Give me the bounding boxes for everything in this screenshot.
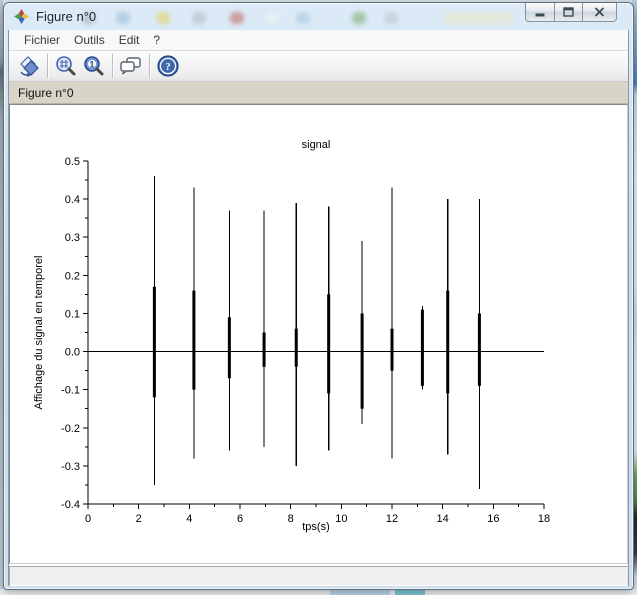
glass-blur-blob	[352, 12, 366, 24]
svg-text:4: 4	[186, 513, 192, 525]
svg-text:0.0: 0.0	[65, 347, 80, 359]
toolbar-separator	[149, 54, 150, 78]
svg-text:14: 14	[437, 513, 449, 525]
svg-text:tps(s): tps(s)	[302, 521, 330, 533]
svg-text:6: 6	[237, 513, 243, 525]
glass-blur-blob	[156, 12, 170, 24]
status-bar	[9, 566, 628, 586]
signal-plot: 0 2 4 6 8 10 12 14 16 18 -0.4 -0.3 -0.2 -0.1 0.0 0.1 0.2…	[33, 139, 550, 533]
scilab-figure-icon	[14, 9, 29, 24]
rotate-3d-button[interactable]	[15, 53, 43, 80]
menu-bar: Fichier Outils Edit ?	[9, 30, 628, 51]
minimize-icon	[535, 13, 545, 17]
toolbar-separator	[112, 54, 113, 78]
maximize-icon	[563, 7, 574, 17]
zoom-reset-icon: 1	[84, 56, 104, 76]
help-icon: ?	[157, 55, 179, 77]
glass-blur-blob	[384, 12, 398, 24]
figure-info-label: Figure n°0	[18, 85, 74, 100]
svg-text:?: ?	[165, 61, 171, 73]
svg-text:0.1: 0.1	[65, 308, 80, 320]
svg-text:Affichage du signal en tempore: Affichage du signal en temporel	[33, 256, 45, 410]
window-title: Figure n°0	[36, 9, 97, 24]
maximize-button[interactable]	[554, 3, 583, 22]
glass-blur-blob	[444, 12, 514, 24]
svg-text:-0.3: -0.3	[61, 461, 80, 473]
svg-text:-0.4: -0.4	[61, 499, 80, 511]
minimize-button[interactable]	[525, 3, 554, 22]
toolbar-separator	[47, 54, 48, 78]
menu-edit[interactable]: Edit	[112, 31, 147, 49]
svg-text:-0.2: -0.2	[61, 423, 80, 435]
svg-text:16: 16	[487, 513, 499, 525]
svg-text:8: 8	[288, 513, 294, 525]
graphics-editor-icon	[120, 57, 141, 75]
svg-text:0.5: 0.5	[65, 156, 80, 168]
window-titlebar[interactable]: Figure n°0	[4, 3, 633, 30]
svg-text:0.3: 0.3	[65, 232, 80, 244]
svg-text:12: 12	[386, 513, 398, 525]
menu-outils[interactable]: Outils	[67, 31, 112, 49]
figure-canvas[interactable]: 0 2 4 6 8 10 12 14 16 18 -0.4 -0.3 -0.2 -0.1 0.0 0.1 0.2…	[9, 104, 628, 564]
figure-info-bar: Figure n°0	[9, 82, 628, 104]
help-button[interactable]: ?	[154, 53, 182, 80]
menu-help[interactable]: ?	[146, 31, 167, 49]
zoom-reset-button[interactable]: 1	[80, 53, 108, 80]
svg-text:-0.1: -0.1	[61, 385, 80, 397]
svg-text:0: 0	[85, 513, 91, 525]
figure-window: Figure n°0 Fichier Outils Edit ? 1 ? Fig…	[3, 2, 634, 590]
svg-text:0.4: 0.4	[65, 194, 80, 206]
glass-blur-blob	[296, 12, 310, 24]
glass-blur-blob	[230, 12, 244, 24]
close-icon	[594, 7, 605, 17]
svg-text:0.2: 0.2	[65, 270, 80, 282]
svg-text:signal: signal	[302, 139, 331, 151]
toolbar: 1 ?	[9, 51, 628, 82]
svg-text:10: 10	[335, 513, 347, 525]
svg-text:18: 18	[538, 513, 550, 525]
svg-text:2: 2	[136, 513, 142, 525]
zoom-area-icon	[56, 56, 76, 76]
close-button[interactable]	[583, 3, 617, 22]
graphics-editor-button[interactable]	[117, 53, 145, 80]
glass-blur-blob	[192, 12, 206, 24]
glass-blur-blob	[116, 12, 130, 24]
glass-blur-blob	[266, 12, 280, 24]
svg-text:1: 1	[89, 59, 94, 69]
caption-buttons	[525, 3, 617, 23]
menu-fichier[interactable]: Fichier	[17, 31, 67, 49]
rotate-3d-icon	[20, 56, 39, 77]
zoom-area-button[interactable]	[52, 53, 80, 80]
